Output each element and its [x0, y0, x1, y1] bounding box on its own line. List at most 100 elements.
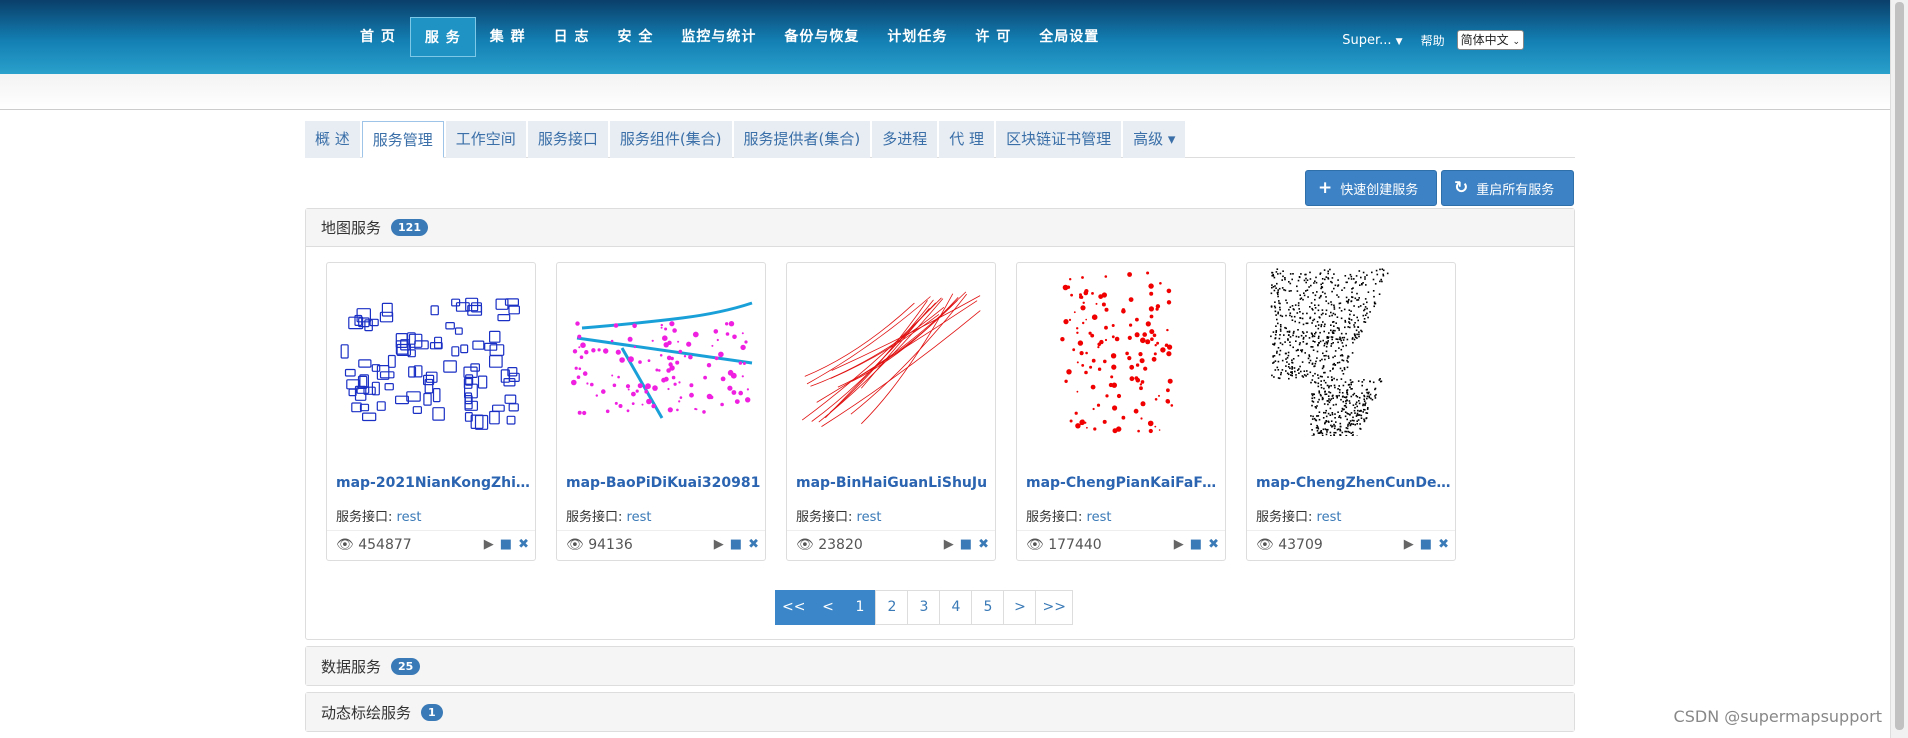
plot-services-header[interactable]: 动态标绘服务 1: [306, 693, 1574, 731]
play-icon[interactable]: ▶: [1174, 537, 1184, 552]
eye-icon: 👁: [566, 537, 584, 553]
vertical-scrollbar[interactable]: [1890, 0, 1908, 738]
interface-label: 服务接口:: [336, 510, 393, 525]
play-icon[interactable]: ▶: [484, 537, 494, 552]
nav-item[interactable]: 全局设置: [1025, 17, 1113, 57]
interface-label: 服务接口:: [1256, 510, 1313, 525]
quick-create-label: 快速创建服务: [1340, 182, 1419, 198]
nav-item[interactable]: 监控与统计: [667, 17, 770, 57]
nav-item[interactable]: 备份与恢复: [770, 17, 873, 57]
nav-item[interactable]: 集 群: [476, 17, 540, 57]
help-link[interactable]: 帮助: [1421, 32, 1445, 49]
watermark: CSDN @supermapsupport: [1673, 707, 1882, 726]
plus-icon: +: [1318, 178, 1333, 198]
top-right-tools: Super... ▼ 帮助 简体中文 ⌄: [1342, 30, 1524, 50]
page-link[interactable]: <<: [775, 590, 813, 625]
tab[interactable]: 代 理: [939, 121, 995, 158]
panel-title: 数据服务: [321, 657, 382, 676]
close-icon[interactable]: ✖: [1208, 537, 1219, 552]
page-link[interactable]: >>: [1035, 590, 1073, 625]
tab-label: 服务提供者(集合): [743, 130, 861, 148]
close-icon[interactable]: ✖: [748, 537, 759, 552]
service-interface: 服务接口: rest: [1256, 506, 1341, 525]
map-service-card[interactable]: map-BaoPiDiKuai320981 服务接口: rest 👁 94136…: [556, 262, 766, 561]
interface-link[interactable]: rest: [397, 510, 422, 525]
stop-icon[interactable]: ■: [1190, 537, 1202, 552]
tab[interactable]: 概 述: [305, 121, 360, 158]
nav-item[interactable]: 许 可: [961, 17, 1025, 57]
nav-item[interactable]: 安 全: [604, 17, 668, 57]
page-link[interactable]: 3: [907, 590, 941, 625]
service-name-link[interactable]: map-ChengPianKaiFaFang...: [1026, 475, 1221, 491]
tab[interactable]: 工作空间: [445, 121, 526, 158]
play-icon[interactable]: ▶: [944, 537, 954, 552]
tab[interactable]: 服务组件(集合): [609, 121, 732, 158]
interface-label: 服务接口:: [1026, 510, 1083, 525]
service-interface: 服务接口: rest: [336, 506, 421, 525]
view-count-value: 43709: [1278, 537, 1323, 553]
interface-link[interactable]: rest: [627, 510, 652, 525]
tab-label: 服务组件(集合): [619, 130, 722, 148]
close-icon[interactable]: ✖: [978, 537, 989, 552]
card-footer: 👁 454877 ▶ ■ ✖: [327, 530, 535, 561]
stop-icon[interactable]: ■: [500, 537, 512, 552]
close-icon[interactable]: ✖: [518, 537, 529, 552]
chevron-down-icon: ⌄: [1512, 37, 1520, 47]
tab-label: 代 理: [949, 130, 985, 148]
stop-icon[interactable]: ■: [1420, 537, 1432, 552]
tab-label: 概 述: [315, 130, 350, 148]
map-thumbnail: [340, 297, 520, 430]
nav-item[interactable]: 计划任务: [873, 17, 961, 57]
tab[interactable]: 多进程: [872, 121, 938, 158]
page-link[interactable]: >: [1003, 590, 1037, 625]
service-name-link[interactable]: map-ChengZhenCunDeng...: [1256, 475, 1451, 491]
restart-all-label: 重启所有服务: [1476, 182, 1555, 198]
view-count: 👁 177440: [1026, 537, 1102, 553]
play-icon[interactable]: ▶: [1404, 537, 1414, 552]
service-name-link[interactable]: map-BaoPiDiKuai320981: [566, 475, 761, 491]
map-thumbnail: [1060, 271, 1174, 434]
quick-create-service-button[interactable]: + 快速创建服务: [1305, 170, 1437, 206]
view-count-value: 23820: [818, 537, 863, 553]
tab[interactable]: 服务接口: [527, 121, 608, 158]
play-icon[interactable]: ▶: [714, 537, 724, 552]
service-name-link[interactable]: map-BinHaiGuanLiShuJu: [796, 475, 991, 491]
stop-icon[interactable]: ■: [960, 537, 972, 552]
page-link[interactable]: <: [811, 590, 845, 625]
map-services-header[interactable]: 地图服务 121: [306, 209, 1574, 247]
service-interface: 服务接口: rest: [796, 506, 881, 525]
nav-item[interactable]: 日 志: [540, 17, 604, 57]
service-interface: 服务接口: rest: [1026, 506, 1111, 525]
page-link[interactable]: 2: [875, 590, 909, 625]
service-tabs: 概 述 服务管理 工作空间 服务接口 服务组件(集合) 服务提供者(集合) 多进程 代 理 区块…: [305, 121, 1575, 158]
tab[interactable]: 服务提供者(集合): [733, 121, 871, 158]
interface-link[interactable]: rest: [1087, 510, 1112, 525]
page-link[interactable]: 1: [843, 590, 877, 625]
eye-icon: 👁: [1026, 537, 1044, 553]
close-icon[interactable]: ✖: [1438, 537, 1449, 552]
page-link[interactable]: 5: [971, 590, 1005, 625]
interface-link[interactable]: rest: [1317, 510, 1342, 525]
pagination: << <1 2 3 4 5 > >>: [775, 590, 1073, 625]
service-name-link[interactable]: map-2021NianKongZhiXin...: [336, 475, 531, 491]
nav-item[interactable]: 首 页: [346, 17, 410, 57]
count-badge: 25: [391, 657, 421, 675]
map-service-card[interactable]: map-ChengPianKaiFaFang... 服务接口: rest 👁 1…: [1016, 262, 1226, 561]
tab[interactable]: 服务管理: [361, 121, 444, 158]
interface-label: 服务接口:: [796, 510, 853, 525]
map-service-card[interactable]: map-ChengZhenCunDeng... 服务接口: rest 👁 437…: [1246, 262, 1456, 561]
restart-all-services-button[interactable]: ↻ 重启所有服务: [1441, 170, 1574, 206]
nav-item[interactable]: 服 务: [409, 17, 476, 57]
map-service-card[interactable]: map-2021NianKongZhiXin... 服务接口: rest 👁 4…: [326, 262, 536, 561]
interface-link[interactable]: rest: [857, 510, 882, 525]
stop-icon[interactable]: ■: [730, 537, 742, 552]
language-select[interactable]: 简体中文 ⌄: [1456, 30, 1524, 50]
user-menu[interactable]: Super... ▼: [1342, 33, 1402, 48]
map-service-card[interactable]: map-BinHaiGuanLiShuJu 服务接口: rest 👁 23820…: [786, 262, 996, 561]
scrollbar-thumb[interactable]: [1895, 2, 1904, 730]
tab-label: 高级: [1133, 130, 1164, 148]
data-services-header[interactable]: 数据服务 25: [306, 647, 1574, 685]
tab[interactable]: 区块链证书管理: [996, 121, 1122, 158]
tab[interactable]: 高级 ▾: [1123, 121, 1186, 158]
page-link[interactable]: 4: [939, 590, 973, 625]
